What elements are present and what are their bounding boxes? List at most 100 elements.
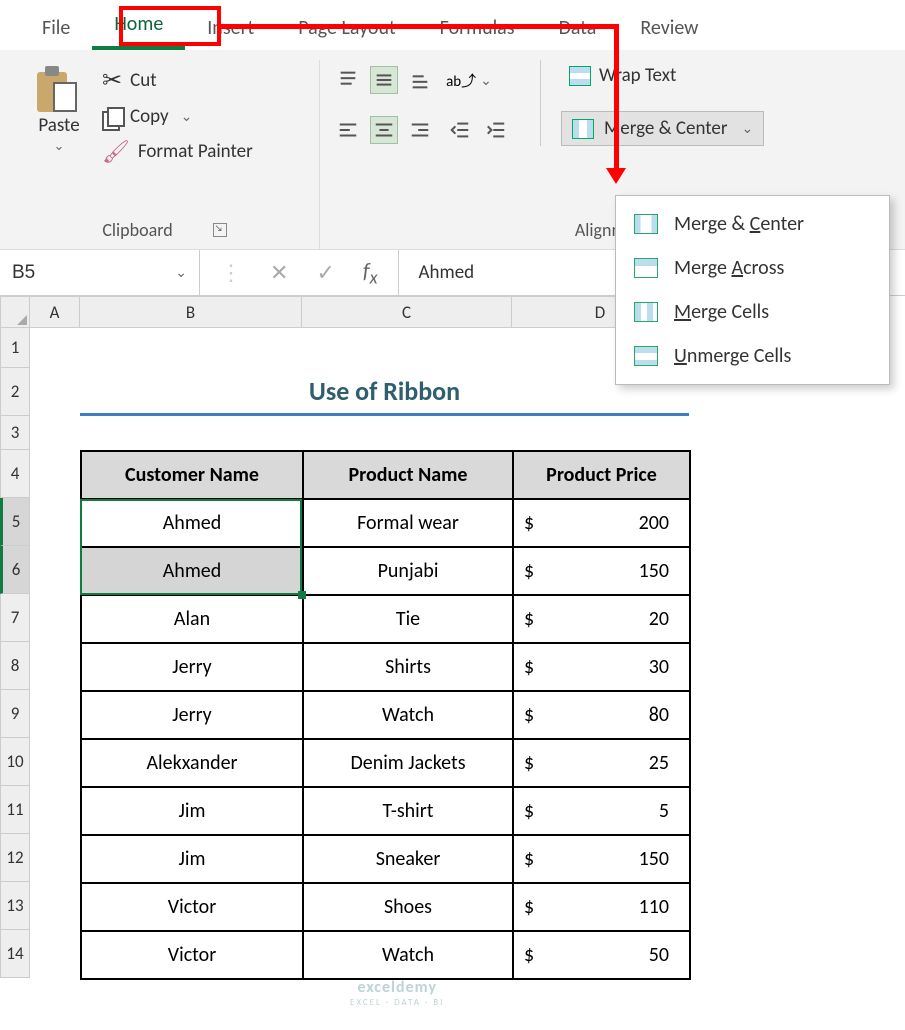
cell[interactable]: $30 bbox=[513, 643, 690, 691]
format-painter-label: Format Painter bbox=[138, 140, 253, 163]
header-customer[interactable]: Customer Name bbox=[81, 451, 303, 499]
menu-merge-across[interactable]: Merge Across bbox=[616, 246, 889, 290]
cell[interactable]: Ahmed bbox=[81, 547, 303, 595]
name-box-input[interactable] bbox=[12, 262, 112, 284]
cell[interactable]: Victor bbox=[81, 931, 303, 979]
tab-formulas[interactable]: Formulas bbox=[418, 8, 537, 50]
chevron-down-icon[interactable]: ⌄ bbox=[175, 264, 187, 281]
select-all-corner[interactable] bbox=[0, 296, 30, 328]
table-row: JimSneaker$150 bbox=[81, 835, 690, 883]
cell[interactable]: Alan bbox=[81, 595, 303, 643]
row-header[interactable]: 2 bbox=[0, 368, 30, 416]
row-header[interactable]: 1 bbox=[0, 328, 30, 368]
cell[interactable]: $20 bbox=[513, 595, 690, 643]
table-row: JerryWatch$80 bbox=[81, 691, 690, 739]
cell[interactable]: $200 bbox=[513, 499, 690, 547]
tab-data[interactable]: Data bbox=[537, 8, 619, 50]
table-row: JimT-shirt$5 bbox=[81, 787, 690, 835]
col-header-c[interactable]: C bbox=[302, 296, 512, 328]
cell[interactable]: Victor bbox=[81, 883, 303, 931]
row-header[interactable]: 6 bbox=[0, 546, 30, 594]
menu-unmerge-cells[interactable]: Unmerge Cells bbox=[616, 334, 889, 378]
chevron-down-icon[interactable]: ⌄ bbox=[54, 139, 65, 154]
row-header[interactable]: 12 bbox=[0, 834, 30, 882]
selection-handle[interactable] bbox=[298, 591, 306, 599]
cell[interactable]: $50 bbox=[513, 931, 690, 979]
menu-merge-across-label: Merge Across bbox=[674, 256, 784, 280]
orientation-button[interactable]: ab⤴⌄ bbox=[446, 66, 492, 94]
enter-icon[interactable]: ✓ bbox=[316, 259, 334, 286]
cell[interactable]: $5 bbox=[513, 787, 690, 835]
cut-button[interactable]: ✂ Cut bbox=[102, 66, 253, 95]
cell[interactable]: Jim bbox=[81, 835, 303, 883]
row-header[interactable]: 8 bbox=[0, 642, 30, 690]
cell[interactable]: Jerry bbox=[81, 691, 303, 739]
dialog-launcher-icon[interactable] bbox=[213, 223, 227, 237]
menu-merge-cells[interactable]: Merge Cells bbox=[616, 290, 889, 334]
chevron-down-icon[interactable]: ⌄ bbox=[181, 108, 193, 125]
chevron-down-icon[interactable]: ⌄ bbox=[741, 120, 753, 137]
cell[interactable]: $25 bbox=[513, 739, 690, 787]
align-center-button[interactable] bbox=[370, 116, 398, 144]
group-label-clipboard: Clipboard bbox=[102, 219, 172, 241]
cancel-icon[interactable]: ✕ bbox=[270, 259, 288, 286]
cell[interactable]: Watch bbox=[303, 931, 513, 979]
col-header-b[interactable]: B bbox=[80, 296, 302, 328]
row-header[interactable]: 9 bbox=[0, 690, 30, 738]
decrease-indent-button[interactable] bbox=[446, 116, 474, 144]
cell[interactable]: $80 bbox=[513, 691, 690, 739]
tab-page-layout[interactable]: Page Layout bbox=[276, 8, 417, 50]
paste-button[interactable]: Paste ⌄ bbox=[24, 60, 94, 165]
row-header[interactable]: 5 bbox=[0, 498, 30, 546]
cell[interactable]: Ahmed bbox=[81, 499, 303, 547]
cell[interactable]: Denim Jackets bbox=[303, 739, 513, 787]
cell[interactable]: $150 bbox=[513, 835, 690, 883]
increase-indent-button[interactable] bbox=[482, 116, 510, 144]
cell[interactable]: Watch bbox=[303, 691, 513, 739]
header-product[interactable]: Product Name bbox=[303, 451, 513, 499]
row-header[interactable]: 10 bbox=[0, 738, 30, 786]
merge-center-icon bbox=[634, 214, 658, 234]
menu-unmerge-cells-label: Unmerge Cells bbox=[674, 344, 791, 368]
row-header[interactable]: 14 bbox=[0, 930, 30, 978]
copy-button[interactable]: Copy ⌄ bbox=[102, 105, 253, 128]
cell[interactable]: Jim bbox=[81, 787, 303, 835]
fx-icon[interactable]: fx bbox=[363, 257, 378, 288]
align-right-button[interactable] bbox=[406, 116, 434, 144]
formula-value[interactable]: Ahmed bbox=[399, 261, 495, 284]
align-top-button[interactable] bbox=[334, 66, 362, 94]
cell[interactable]: Punjabi bbox=[303, 547, 513, 595]
row-header[interactable]: 4 bbox=[0, 450, 30, 498]
page-title[interactable]: Use of Ribbon bbox=[80, 368, 689, 416]
annotation-line bbox=[221, 24, 618, 29]
tab-file[interactable]: File bbox=[20, 8, 92, 50]
cell[interactable]: Tie bbox=[303, 595, 513, 643]
align-left-button[interactable] bbox=[334, 116, 362, 144]
cell[interactable]: Sneaker bbox=[303, 835, 513, 883]
cell[interactable]: Formal wear bbox=[303, 499, 513, 547]
cell[interactable]: $110 bbox=[513, 883, 690, 931]
row-header[interactable]: 7 bbox=[0, 594, 30, 642]
sheet-area[interactable]: Use of Ribbon Customer Name Product Name… bbox=[30, 328, 905, 1028]
row-header[interactable]: 3 bbox=[0, 416, 30, 450]
row-header[interactable]: 11 bbox=[0, 786, 30, 834]
cell[interactable]: Shoes bbox=[303, 883, 513, 931]
row-header[interactable]: 13 bbox=[0, 882, 30, 930]
cell[interactable]: Alekxander bbox=[81, 739, 303, 787]
align-middle-button[interactable] bbox=[370, 66, 398, 94]
cell[interactable]: T-shirt bbox=[303, 787, 513, 835]
col-header-a[interactable]: A bbox=[30, 296, 80, 328]
header-price[interactable]: Product Price bbox=[513, 451, 690, 499]
menu-merge-center[interactable]: Merge & Center bbox=[616, 202, 889, 246]
handle-icon[interactable]: ⋮ bbox=[220, 259, 242, 286]
cell[interactable]: Jerry bbox=[81, 643, 303, 691]
group-clipboard: Paste ⌄ ✂ Cut Copy ⌄ 🖌 Format Painter bbox=[10, 60, 320, 249]
merge-center-button[interactable]: Merge & Center ⌄ bbox=[561, 111, 764, 146]
tab-review[interactable]: Review bbox=[618, 8, 720, 50]
wrap-text-button[interactable]: Wrap Text bbox=[561, 60, 764, 91]
format-painter-button[interactable]: 🖌 Format Painter bbox=[102, 138, 253, 165]
name-box[interactable]: ⌄ bbox=[0, 250, 200, 295]
cell[interactable]: $150 bbox=[513, 547, 690, 595]
align-bottom-button[interactable] bbox=[406, 66, 434, 94]
cell[interactable]: Shirts bbox=[303, 643, 513, 691]
